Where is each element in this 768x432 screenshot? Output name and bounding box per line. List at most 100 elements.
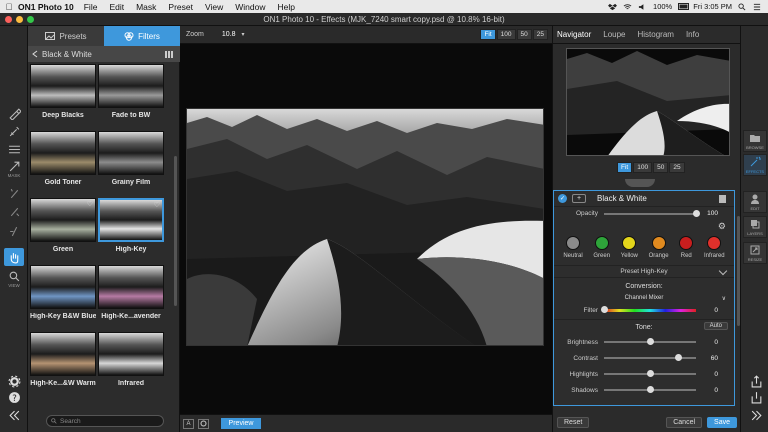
help-icon[interactable]: ? [4, 388, 24, 406]
menu-file[interactable]: File [84, 2, 98, 12]
filter-hue-slider[interactable] [601, 306, 696, 313]
trash-icon[interactable] [719, 194, 726, 203]
module-browse[interactable]: BROWSE [743, 130, 767, 152]
swatch-circle[interactable] [566, 236, 581, 250]
grid-view-icon[interactable] [165, 50, 174, 58]
collapse-right-icon[interactable] [746, 406, 766, 424]
thumbnail-image[interactable]: ♡ [98, 198, 164, 242]
tab-presets[interactable]: Presets [28, 26, 104, 46]
reset-button[interactable]: Reset [557, 416, 590, 428]
swatch-circle[interactable] [594, 236, 609, 250]
zoom-fit-button[interactable]: Fit [480, 29, 496, 40]
zoom-dropdown-icon[interactable]: ▾ [242, 31, 245, 38]
tab-navigator[interactable]: Navigator [557, 30, 591, 39]
gradient-tool-icon[interactable] [4, 140, 24, 158]
save-button[interactable]: Save [707, 416, 737, 428]
tone-slider-knob[interactable] [647, 338, 654, 345]
zoom-icon[interactable] [27, 16, 34, 23]
nav-zoom-fit-button[interactable]: Fit [617, 162, 633, 173]
thumbnail-image[interactable] [30, 64, 96, 108]
nav-zoom-100-button[interactable]: 100 [633, 162, 653, 173]
search-input[interactable]: Search [46, 415, 164, 427]
filter-thumbnail[interactable]: Infrared [98, 332, 164, 387]
thumbnail-image[interactable] [98, 64, 164, 108]
tab-loupe[interactable]: Loupe [603, 30, 625, 39]
preset-dropdown[interactable]: Preset High-Key [554, 265, 734, 278]
filter-thumbnail[interactable]: High-Key B&W Blue [30, 265, 96, 320]
tone-slider[interactable] [604, 338, 696, 345]
settings-gear-icon[interactable]: ⚙ [718, 221, 726, 232]
close-icon[interactable] [5, 16, 12, 23]
filter-thumbnail[interactable]: High-Ke...&W Warm [30, 332, 96, 387]
nav-zoom-25-button[interactable]: 25 [669, 162, 685, 173]
thumbnail-image[interactable] [98, 131, 164, 175]
breadcrumb[interactable]: Black & White [28, 46, 180, 62]
mask-overlay-icon[interactable] [198, 418, 209, 429]
color-swatch[interactable]: Orange [649, 236, 669, 259]
battery-icon[interactable] [678, 2, 690, 11]
color-swatch[interactable]: Infrared [704, 236, 725, 259]
panel-divider-handle[interactable] [625, 179, 655, 187]
opacity-slider[interactable] [604, 209, 700, 217]
filter-thumbnail[interactable]: Gold Toner [30, 131, 96, 186]
color-swatch[interactable]: Red [679, 236, 694, 259]
filter-hue-knob[interactable] [601, 306, 608, 313]
module-resize[interactable]: RESIZE [743, 242, 767, 264]
preview-button[interactable]: Preview [221, 418, 261, 429]
navigator-thumbnail[interactable] [566, 48, 730, 156]
apple-icon[interactable]:  [0, 2, 18, 12]
thumbnail-image[interactable] [30, 265, 96, 309]
brush-tool-2-icon[interactable] [4, 122, 24, 140]
notifications-icon[interactable] [753, 3, 762, 11]
menu-preset[interactable]: Preset [168, 2, 193, 12]
tone-slider-knob[interactable] [674, 354, 682, 361]
color-swatch[interactable]: Yellow [621, 236, 638, 259]
tone-slider-value[interactable]: 0 [696, 371, 718, 378]
thumbnail-image[interactable] [98, 265, 164, 309]
opacity-slider-knob[interactable] [693, 209, 700, 217]
hand-tool-icon[interactable] [4, 248, 24, 266]
before-after-button[interactable]: A [183, 418, 194, 429]
volume-icon[interactable] [638, 3, 647, 11]
search-icon[interactable] [738, 2, 747, 11]
minimize-icon[interactable] [16, 16, 23, 23]
tone-slider-knob[interactable] [647, 386, 654, 393]
nav-zoom-50-button[interactable]: 50 [653, 162, 669, 173]
filter-thumbnail[interactable]: Deep Blacks [30, 64, 96, 119]
dropbox-icon[interactable] [608, 3, 617, 11]
color-swatch[interactable]: Green [593, 236, 610, 259]
cancel-button[interactable]: Cancel [666, 416, 703, 428]
filter-thumbnail[interactable]: High-Ke...avender [98, 265, 164, 320]
zoom-100-button[interactable]: 100 [496, 29, 516, 40]
menu-view[interactable]: View [205, 2, 223, 12]
thumbnail-image[interactable] [30, 332, 96, 376]
brush-tool-icon[interactable] [4, 104, 24, 122]
clone-tool-icon[interactable] [4, 222, 24, 240]
retouch-tool-icon[interactable] [4, 202, 24, 220]
clock[interactable]: Fri 3:05 PM [693, 2, 732, 11]
conversion-mode-select[interactable]: Channel Mixer ∨ [554, 292, 734, 304]
app-menu[interactable]: ON1 Photo 10 [18, 2, 74, 12]
filter-thumbnail[interactable]: ♡ High-Key [98, 198, 164, 253]
tone-slider-value[interactable]: 0 [696, 387, 718, 394]
tone-slider[interactable] [604, 354, 696, 361]
tab-info[interactable]: Info [686, 30, 699, 39]
filter-thumbnail[interactable]: ♡ Green [30, 198, 96, 253]
tone-slider[interactable] [604, 386, 696, 393]
module-layers[interactable]: LAYERS [743, 216, 767, 238]
zoom-tool[interactable]: VIEW [4, 270, 24, 288]
zoom-value[interactable]: 10.8 [222, 31, 236, 38]
filter-enabled-checkbox[interactable]: ✓ [558, 194, 567, 203]
swatch-circle[interactable] [622, 236, 637, 250]
color-swatch[interactable]: Neutral [563, 236, 583, 259]
tab-filters[interactable]: Filters [104, 26, 180, 46]
thumbnail-image[interactable]: ♡ [30, 198, 96, 242]
swatch-circle[interactable] [679, 236, 694, 250]
mask-tool[interactable]: MASK [4, 160, 24, 178]
add-filter-button[interactable]: + [572, 194, 586, 203]
zoom-50-button[interactable]: 50 [516, 29, 532, 40]
thumbnail-image[interactable] [98, 332, 164, 376]
filter-hue-value[interactable]: 0 [696, 307, 718, 314]
tone-slider[interactable] [604, 370, 696, 377]
back-chevron-icon[interactable] [32, 50, 38, 58]
